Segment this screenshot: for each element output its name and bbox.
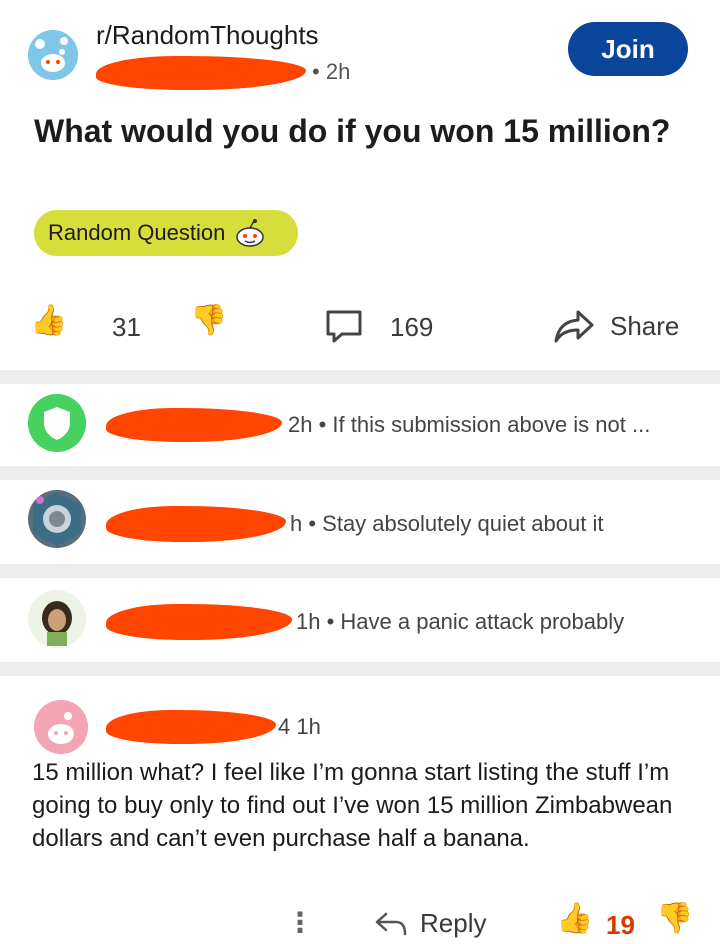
join-button[interactable]: Join [568, 22, 688, 76]
user-avatar [34, 700, 88, 754]
post-meta: • 2h [96, 56, 350, 90]
collapsed-comment[interactable]: 1h • Have a panic attack probably [0, 578, 720, 662]
post-flair[interactable]: Random Question [34, 210, 298, 256]
comment-meta: 1h • Have a panic attack probably [106, 604, 624, 640]
thumbs-up-icon: 👍 [30, 304, 68, 337]
user-avatar [28, 490, 86, 548]
mod-shield-icon [28, 394, 86, 452]
comment-preview: 1h • Have a panic attack probably [296, 609, 625, 634]
comment-meta: h • Stay absolutely quiet about it [106, 506, 603, 542]
comment-count: 169 [390, 312, 434, 342]
comment-downvote-button[interactable]: 👎 [656, 904, 693, 934]
redacted-username [106, 710, 276, 744]
user-avatar [28, 590, 86, 648]
divider [0, 564, 720, 578]
post-header: r/RandomThoughts • 2h Join [0, 0, 720, 100]
comment-time: 4 1h [278, 714, 321, 739]
upvote-button[interactable]: 👍 [30, 306, 67, 336]
redacted-username [106, 506, 286, 542]
comment-action-bar: ⋮ Reply 👍 19 👎 [0, 900, 720, 944]
comments-button[interactable] [324, 308, 364, 344]
comment-meta: 4 1h [106, 710, 321, 744]
collapsed-comment[interactable]: h • Stay absolutely quiet about it [0, 480, 720, 564]
share-button[interactable]: Share [552, 308, 679, 344]
comment-preview: 2h • If this submission above is not ... [288, 412, 651, 437]
reply-label: Reply [420, 908, 487, 938]
share-arrow-icon [554, 310, 594, 343]
comment-upvote-count: 19 [606, 910, 635, 940]
redacted-username [106, 604, 292, 640]
thumbs-down-icon: 👎 [190, 304, 228, 337]
downvote-button[interactable]: 👎 [190, 306, 227, 336]
flair-label: Random Question [48, 220, 226, 245]
post-time: 2h [325, 58, 351, 84]
comment-bubble-icon [326, 310, 362, 343]
divider [0, 466, 720, 480]
thumbs-down-icon: 👎 [656, 902, 694, 935]
redacted-username [106, 408, 282, 442]
snoo-icon [236, 219, 265, 247]
comment-upvote-button[interactable]: 👍 [556, 904, 593, 934]
share-label: Share [610, 310, 680, 341]
comment-body: 15 million what? I feel like I’m gonna s… [32, 759, 673, 852]
post-title[interactable]: What would you do if you won 15 million? [34, 110, 674, 152]
reply-arrow-icon [375, 912, 407, 935]
subreddit-avatar-icon[interactable] [28, 30, 78, 80]
divider [0, 662, 720, 676]
thumbs-up-icon: 👍 [556, 902, 594, 935]
redacted-username [96, 56, 306, 90]
comment-preview: h • Stay absolutely quiet about it [290, 511, 604, 536]
more-vertical-icon[interactable]: ⋮ [286, 906, 314, 939]
collapsed-comment[interactable]: 2h • If this submission above is not ... [0, 384, 720, 468]
comment-meta: 2h • If this submission above is not ... [106, 408, 650, 442]
subreddit-name[interactable]: r/RandomThoughts [96, 20, 319, 51]
upvote-count: 31 [112, 312, 141, 342]
reply-button[interactable]: Reply [374, 908, 486, 939]
divider [0, 370, 720, 384]
post-action-bar: 👍 31 👎 169 Share [0, 298, 720, 356]
